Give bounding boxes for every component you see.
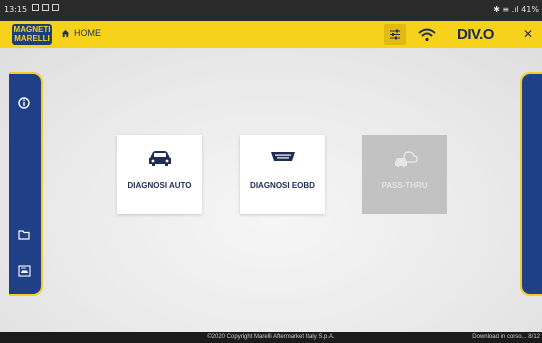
- home-icon: [61, 29, 70, 37]
- info-icon: [18, 97, 30, 109]
- vehicle-card-icon: [17, 265, 31, 277]
- vehicle-data-button[interactable]: [14, 262, 34, 280]
- left-tool-panel: [9, 72, 43, 296]
- system-status-bar: 13:15 ✱ ≡ .ıl 41%: [0, 0, 542, 21]
- notification-icons: [32, 4, 59, 11]
- magneti-marelli-logo: MAGNETI MARELLI: [12, 24, 52, 45]
- settings-sliders-button[interactable]: [384, 24, 406, 45]
- system-indicators: ✱ ≡ .ıl 41%: [493, 5, 539, 14]
- tile-label: DIAGNOSI AUTO: [127, 181, 192, 190]
- diagnosi-auto-tile[interactable]: DIAGNOSI AUTO: [117, 135, 202, 214]
- sliders-icon: [390, 29, 400, 40]
- copyright-text: ©2020 Copyright Marelli Aftermarket Ital…: [207, 334, 335, 340]
- download-status: Download in corso... 8/12: [472, 334, 540, 340]
- gallery-icon: [32, 4, 39, 11]
- diagnosi-eobd-tile[interactable]: DIAGNOSI EOBD: [240, 135, 325, 214]
- home-label: HOME: [74, 28, 101, 38]
- home-link[interactable]: HOME: [61, 28, 101, 38]
- divo-brand-label: DIV.O: [457, 26, 494, 43]
- info-button[interactable]: [15, 94, 33, 112]
- cloud-car-icon: [394, 151, 418, 167]
- footer-bar: ©2020 Copyright Marelli Aftermarket Ital…: [0, 332, 542, 343]
- folder-button[interactable]: [15, 226, 33, 244]
- download-icon: [52, 4, 59, 11]
- right-tool-panel[interactable]: [520, 72, 542, 296]
- close-button[interactable]: ✕: [523, 27, 533, 41]
- tile-label: PASS-THRU: [381, 181, 428, 190]
- tile-label: DIAGNOSI EOBD: [250, 181, 315, 190]
- app-header: MAGNETI MARELLI HOME DIV.O ✕: [0, 21, 542, 48]
- obd-connector-icon: [270, 152, 295, 161]
- wifi-icon[interactable]: [418, 27, 436, 43]
- folder-icon: [18, 230, 30, 240]
- car-icon: [148, 151, 171, 166]
- pass-thru-tile: PASS-THRU: [362, 135, 447, 214]
- clock-time: 13:15: [4, 5, 28, 14]
- download-icon: [42, 4, 49, 11]
